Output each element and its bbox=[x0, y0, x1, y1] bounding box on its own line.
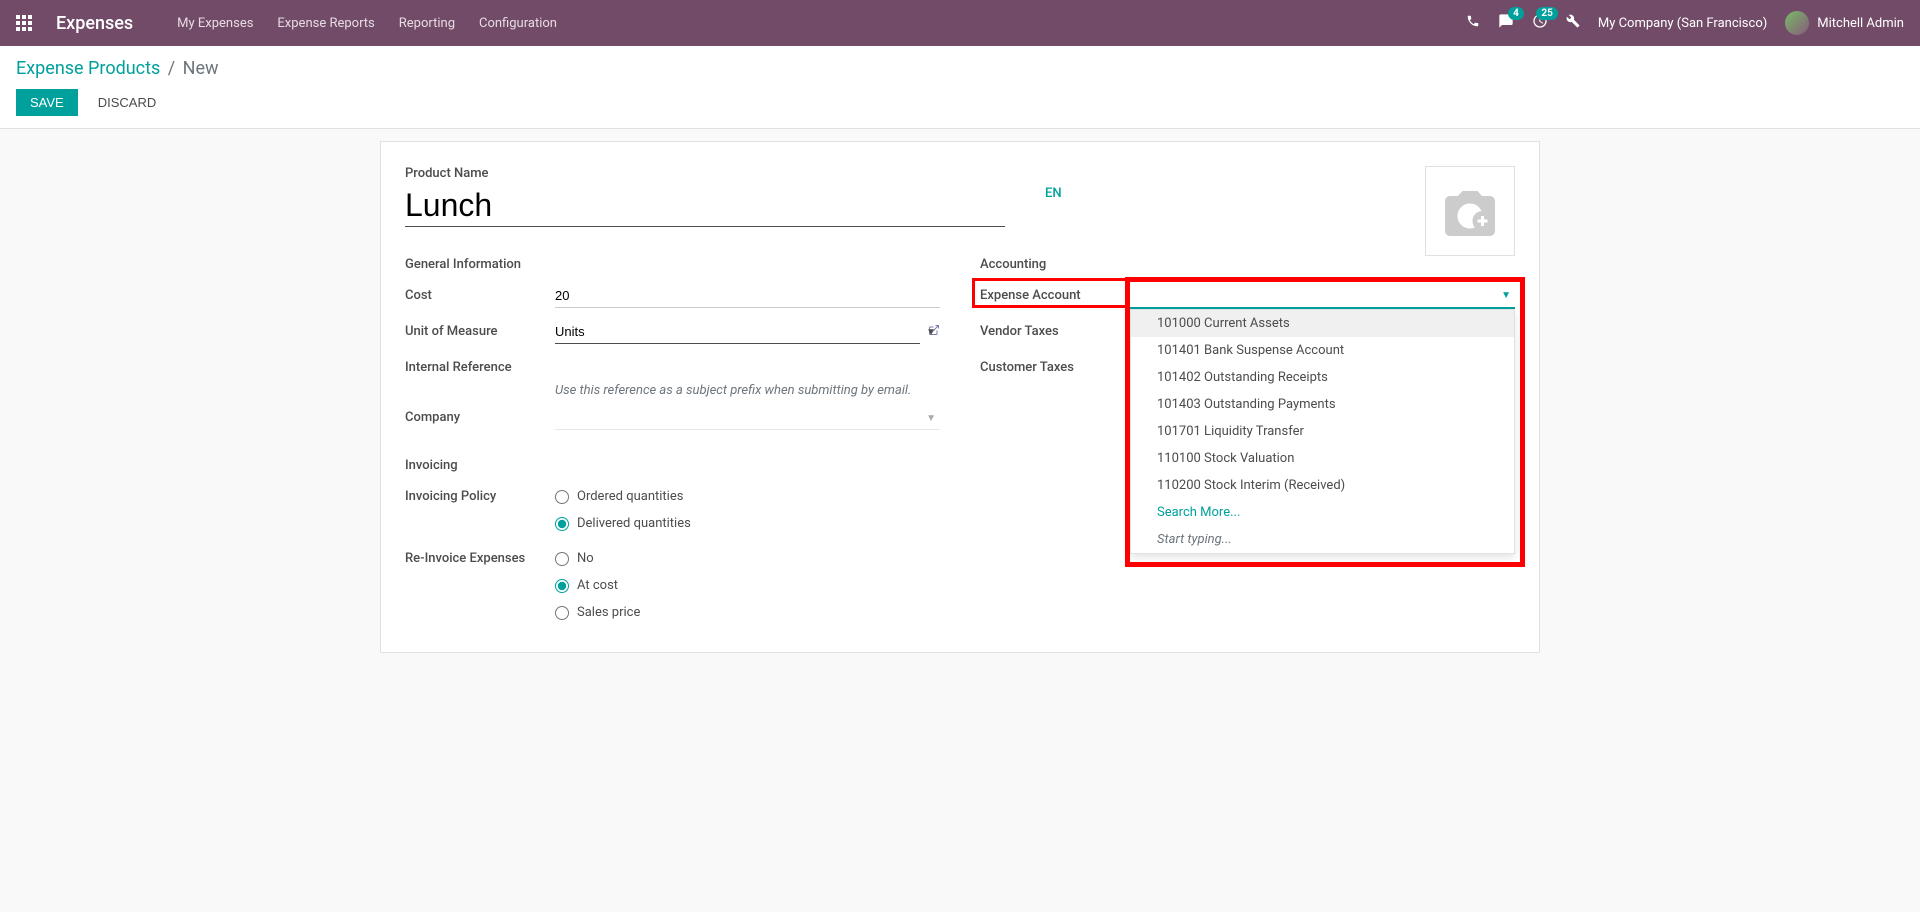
radio-label: Delivered quantities bbox=[577, 516, 691, 531]
dropdown-option[interactable]: 101402 Outstanding Receipts bbox=[1131, 364, 1514, 391]
breadcrumb-current: New bbox=[183, 58, 219, 79]
user-name: Mitchell Admin bbox=[1817, 16, 1904, 31]
internal-ref-input[interactable] bbox=[555, 356, 940, 379]
expense-account-label: Expense Account bbox=[980, 288, 1081, 303]
language-badge[interactable]: EN bbox=[1045, 186, 1062, 201]
customer-taxes-label: Customer Taxes bbox=[980, 356, 1130, 375]
control-panel: Expense Products / New Save Discard bbox=[0, 46, 1920, 129]
product-image-upload[interactable] bbox=[1425, 166, 1515, 256]
company-selector[interactable]: My Company (San Francisco) bbox=[1598, 16, 1767, 31]
nav-my-expenses[interactable]: My Expenses bbox=[177, 16, 253, 31]
breadcrumb-parent[interactable]: Expense Products bbox=[16, 58, 160, 79]
cost-label: Cost bbox=[405, 284, 555, 303]
messages-badge: 4 bbox=[1508, 7, 1524, 20]
radio-label: No bbox=[577, 551, 594, 566]
user-menu[interactable]: Mitchell Admin bbox=[1785, 11, 1904, 35]
app-title[interactable]: Expenses bbox=[56, 13, 133, 34]
dropdown-option[interactable]: 101000 Current Assets bbox=[1131, 310, 1514, 337]
reinvoice-at-cost-radio[interactable]: At cost bbox=[555, 578, 940, 593]
uom-external-link-icon[interactable] bbox=[928, 324, 940, 340]
section-general-info: General Information bbox=[405, 257, 940, 272]
internal-ref-help: Use this reference as a subject prefix w… bbox=[555, 383, 940, 398]
save-button[interactable]: Save bbox=[16, 89, 78, 116]
camera-icon bbox=[1440, 186, 1500, 236]
invoicing-ordered-radio[interactable]: Ordered quantities bbox=[555, 489, 940, 504]
internal-ref-label: Internal Reference bbox=[405, 356, 555, 375]
product-name-input[interactable] bbox=[405, 185, 1005, 227]
cost-input[interactable] bbox=[555, 284, 940, 308]
dropdown-search-more[interactable]: Search More... bbox=[1131, 499, 1514, 526]
navbar: Expenses My Expenses Expense Reports Rep… bbox=[0, 0, 1920, 46]
uom-select[interactable] bbox=[555, 320, 920, 344]
activities-badge: 25 bbox=[1536, 7, 1557, 20]
vendor-taxes-label: Vendor Taxes bbox=[980, 320, 1130, 339]
phone-icon[interactable] bbox=[1466, 14, 1480, 32]
invoicing-delivered-radio[interactable]: Delivered quantities bbox=[555, 516, 940, 531]
invoicing-policy-label: Invoicing Policy bbox=[405, 485, 555, 504]
tools-icon[interactable] bbox=[1566, 14, 1580, 32]
company-select[interactable] bbox=[555, 406, 940, 430]
apps-icon[interactable] bbox=[16, 15, 32, 31]
nav-configuration[interactable]: Configuration bbox=[479, 16, 557, 31]
nav-reporting[interactable]: Reporting bbox=[399, 16, 455, 31]
reinvoice-sales-price-radio[interactable]: Sales price bbox=[555, 605, 940, 620]
breadcrumb: Expense Products / New bbox=[16, 58, 1904, 79]
nav-expense-reports[interactable]: Expense Reports bbox=[277, 16, 374, 31]
form-sheet: Product Name EN General Information Cost… bbox=[380, 141, 1540, 653]
reinvoice-no-radio[interactable]: No bbox=[555, 551, 940, 566]
messages-icon[interactable]: 4 bbox=[1498, 13, 1514, 33]
uom-label: Unit of Measure bbox=[405, 320, 555, 339]
expense-account-dropdown: 101000 Current Assets 101401 Bank Suspen… bbox=[1130, 309, 1515, 554]
product-name-label: Product Name bbox=[405, 166, 1005, 181]
dropdown-option[interactable]: 101403 Outstanding Payments bbox=[1131, 391, 1514, 418]
discard-button[interactable]: Discard bbox=[90, 89, 165, 116]
radio-label: Sales price bbox=[577, 605, 640, 620]
section-accounting: Accounting bbox=[980, 257, 1515, 272]
dropdown-option[interactable]: 101701 Liquidity Transfer bbox=[1131, 418, 1514, 445]
radio-label: Ordered quantities bbox=[577, 489, 683, 504]
section-invoicing: Invoicing bbox=[405, 458, 940, 473]
company-label: Company bbox=[405, 406, 555, 425]
dropdown-option[interactable]: 101401 Bank Suspense Account bbox=[1131, 337, 1514, 364]
expense-account-input[interactable] bbox=[1130, 284, 1515, 309]
user-avatar bbox=[1785, 11, 1809, 35]
reinvoice-label: Re-Invoice Expenses bbox=[405, 547, 555, 566]
dropdown-option[interactable]: 110200 Stock Interim (Received) bbox=[1131, 472, 1514, 499]
dropdown-start-typing[interactable]: Start typing... bbox=[1131, 526, 1514, 553]
dropdown-option[interactable]: 110100 Stock Valuation bbox=[1131, 445, 1514, 472]
radio-label: At cost bbox=[577, 578, 618, 593]
activities-icon[interactable]: 25 bbox=[1532, 13, 1548, 33]
